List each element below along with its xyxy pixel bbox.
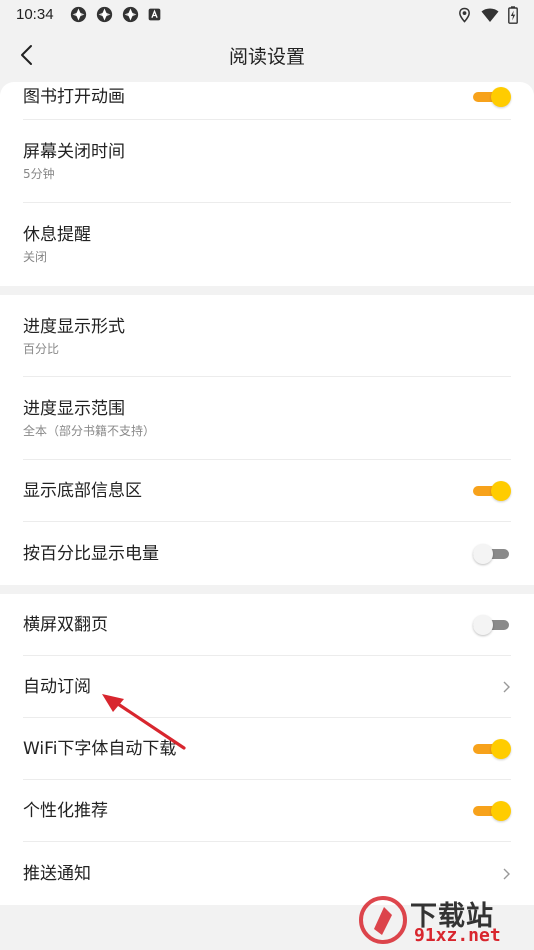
setting-label: 进度显示范围 <box>23 399 125 419</box>
book-open-animation-toggle[interactable] <box>473 86 511 108</box>
setting-progress-format[interactable]: 进度显示形式 百分比 <box>0 295 534 377</box>
setting-label: 屏幕关闭时间 <box>23 142 125 162</box>
setting-label: 按百分比显示电量 <box>23 543 159 564</box>
chevron-right-icon <box>503 868 510 879</box>
chevron-right-icon <box>503 681 510 693</box>
setting-label: 个性化推荐 <box>23 801 108 821</box>
setting-book-open-animation[interactable]: 图书打开动画 <box>0 74 534 120</box>
setting-auto-subscribe[interactable]: 自动订阅 <box>0 656 534 718</box>
setting-label: WiFi下字体自动下载 <box>23 739 177 759</box>
page-title: 阅读设置 <box>228 45 305 68</box>
setting-value: 关闭 <box>23 250 48 264</box>
watermark-logo: 下载站 91xz.net <box>358 894 528 946</box>
location-icon <box>459 7 470 23</box>
watermark-url: 91xz.net <box>414 925 501 946</box>
setting-battery-percentage[interactable]: 按百分比显示电量 <box>0 522 534 585</box>
app-notification-icon <box>122 6 138 22</box>
app-notification-icon <box>70 6 86 22</box>
notification-icons <box>70 6 161 23</box>
back-button[interactable] <box>12 41 40 69</box>
setting-label: 自动订阅 <box>23 677 91 697</box>
settings-group-other: 横屏双翻页 自动订阅 WiFi下字体自动下载 个性化推荐 推送通知 <box>0 594 534 905</box>
setting-label: 图书打开动画 <box>23 87 125 107</box>
setting-value: 5分钟 <box>23 167 55 181</box>
setting-label: 进度显示形式 <box>23 316 125 337</box>
setting-personalized-recommend[interactable]: 个性化推荐 <box>0 780 534 842</box>
setting-label: 横屏双翻页 <box>23 615 108 635</box>
landscape-double-page-toggle[interactable] <box>473 614 511 636</box>
back-arrow-icon <box>21 45 32 65</box>
text-a-icon <box>148 8 160 20</box>
setting-screen-off-time[interactable]: 屏幕关闭时间 5分钟 <box>0 120 534 203</box>
setting-label: 推送通知 <box>23 863 91 884</box>
setting-label: 休息提醒 <box>23 225 91 245</box>
wifi-icon <box>481 8 499 22</box>
personalized-recommend-toggle[interactable] <box>473 800 511 822</box>
status-right-icons <box>457 6 518 24</box>
settings-group-progress: 进度显示形式 百分比 进度显示范围 全本（部分书籍不支持） 显示底部信息区 按百… <box>0 295 534 585</box>
setting-value: 全本（部分书籍不支持） <box>23 424 156 438</box>
status-bar: 10:34 <box>0 0 534 28</box>
setting-value: 百分比 <box>23 341 60 356</box>
setting-wifi-font-download[interactable]: WiFi下字体自动下载 <box>0 718 534 780</box>
setting-landscape-double-page[interactable]: 横屏双翻页 <box>0 594 534 656</box>
setting-show-bottom-info[interactable]: 显示底部信息区 <box>0 460 534 522</box>
settings-group-display: 图书打开动画 屏幕关闭时间 5分钟 休息提醒 关闭 <box>0 82 534 286</box>
app-notification-icon <box>96 6 112 22</box>
setting-progress-range[interactable]: 进度显示范围 全本（部分书籍不支持） <box>0 377 534 460</box>
setting-label: 显示底部信息区 <box>23 481 142 501</box>
battery-charging-icon <box>508 6 518 24</box>
setting-rest-reminder[interactable]: 休息提醒 关闭 <box>0 203 534 286</box>
show-bottom-info-toggle[interactable] <box>473 480 511 502</box>
status-time: 10:34 <box>16 5 54 23</box>
battery-percentage-toggle[interactable] <box>473 543 511 565</box>
watermark-logo-icon <box>359 896 407 944</box>
wifi-font-download-toggle[interactable] <box>473 738 511 760</box>
